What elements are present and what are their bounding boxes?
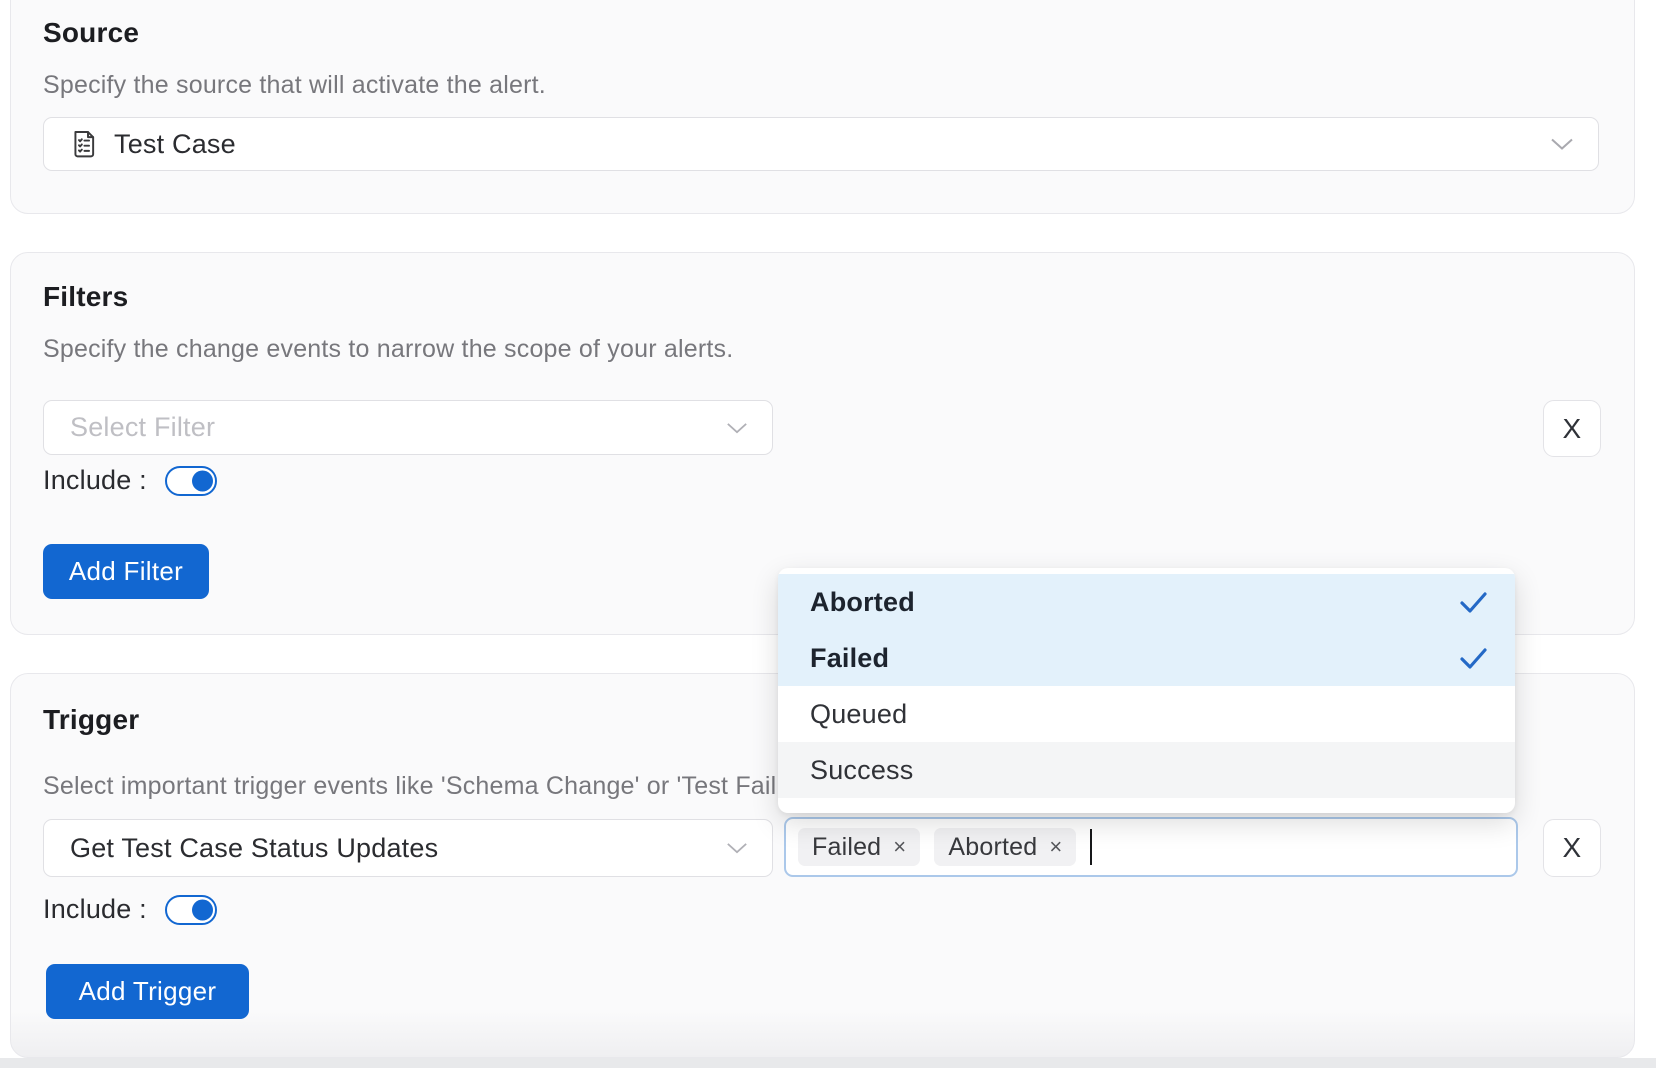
page-bottom-strip: [0, 1058, 1656, 1068]
chip-label: Aborted: [948, 833, 1037, 862]
dropdown-option-success[interactable]: Success: [778, 742, 1515, 798]
chip-label: Failed: [812, 833, 881, 862]
toggle-knob: [192, 470, 213, 491]
remove-filter-button[interactable]: X: [1543, 400, 1601, 457]
filter-select-placeholder: Select Filter: [70, 412, 215, 443]
trigger-include-row: Include :: [43, 894, 217, 925]
chevron-down-icon: [726, 842, 748, 854]
test-case-document-icon: [70, 128, 98, 160]
include-toggle[interactable]: [165, 466, 217, 496]
chevron-down-icon: [1550, 138, 1574, 151]
dropdown-option-failed[interactable]: Failed: [778, 630, 1515, 686]
trigger-select-value: Get Test Case Status Updates: [70, 833, 438, 864]
dropdown-option-aborted[interactable]: Aborted: [778, 574, 1515, 630]
include-toggle[interactable]: [165, 895, 217, 925]
selected-chip-failed: Failed ×: [798, 828, 920, 866]
source-section-description: Specify the source that will activate th…: [43, 71, 546, 100]
dropdown-option-queued[interactable]: Queued: [778, 686, 1515, 742]
source-select-value: Test Case: [114, 129, 236, 160]
chevron-down-icon: [726, 422, 748, 434]
filters-section-description: Specify the change events to narrow the …: [43, 335, 733, 364]
selected-chip-aborted: Aborted ×: [934, 828, 1076, 866]
chip-remove-icon[interactable]: ×: [1049, 834, 1062, 860]
option-label: Aborted: [810, 587, 915, 618]
text-cursor: [1090, 829, 1092, 865]
trigger-section-description: Select important trigger events like 'Sc…: [43, 772, 832, 801]
option-label: Failed: [810, 643, 889, 674]
filter-include-row: Include :: [43, 465, 217, 496]
source-select[interactable]: Test Case: [43, 117, 1599, 171]
status-options-dropdown: Aborted Failed Queued Success: [778, 568, 1515, 813]
trigger-section-title: Trigger: [43, 704, 139, 736]
filters-section-title: Filters: [43, 281, 128, 313]
add-filter-button[interactable]: Add Filter: [43, 544, 209, 599]
remove-trigger-button[interactable]: X: [1543, 819, 1601, 877]
toggle-knob: [192, 899, 213, 920]
option-label: Queued: [810, 699, 907, 730]
option-label: Success: [810, 755, 913, 786]
trigger-select[interactable]: Get Test Case Status Updates: [43, 819, 773, 877]
include-label: Include :: [43, 894, 147, 925]
alert-configuration-page: Source Specify the source that will acti…: [0, 0, 1656, 1068]
trigger-status-multiselect-input[interactable]: Failed × Aborted ×: [784, 817, 1518, 877]
check-icon: [1460, 592, 1487, 613]
source-section-title: Source: [43, 17, 139, 49]
filter-select[interactable]: Select Filter: [43, 400, 773, 455]
include-label: Include :: [43, 465, 147, 496]
check-icon: [1460, 648, 1487, 669]
add-trigger-button[interactable]: Add Trigger: [46, 964, 249, 1019]
source-section-card: Source Specify the source that will acti…: [10, 0, 1635, 214]
chip-remove-icon[interactable]: ×: [893, 834, 906, 860]
